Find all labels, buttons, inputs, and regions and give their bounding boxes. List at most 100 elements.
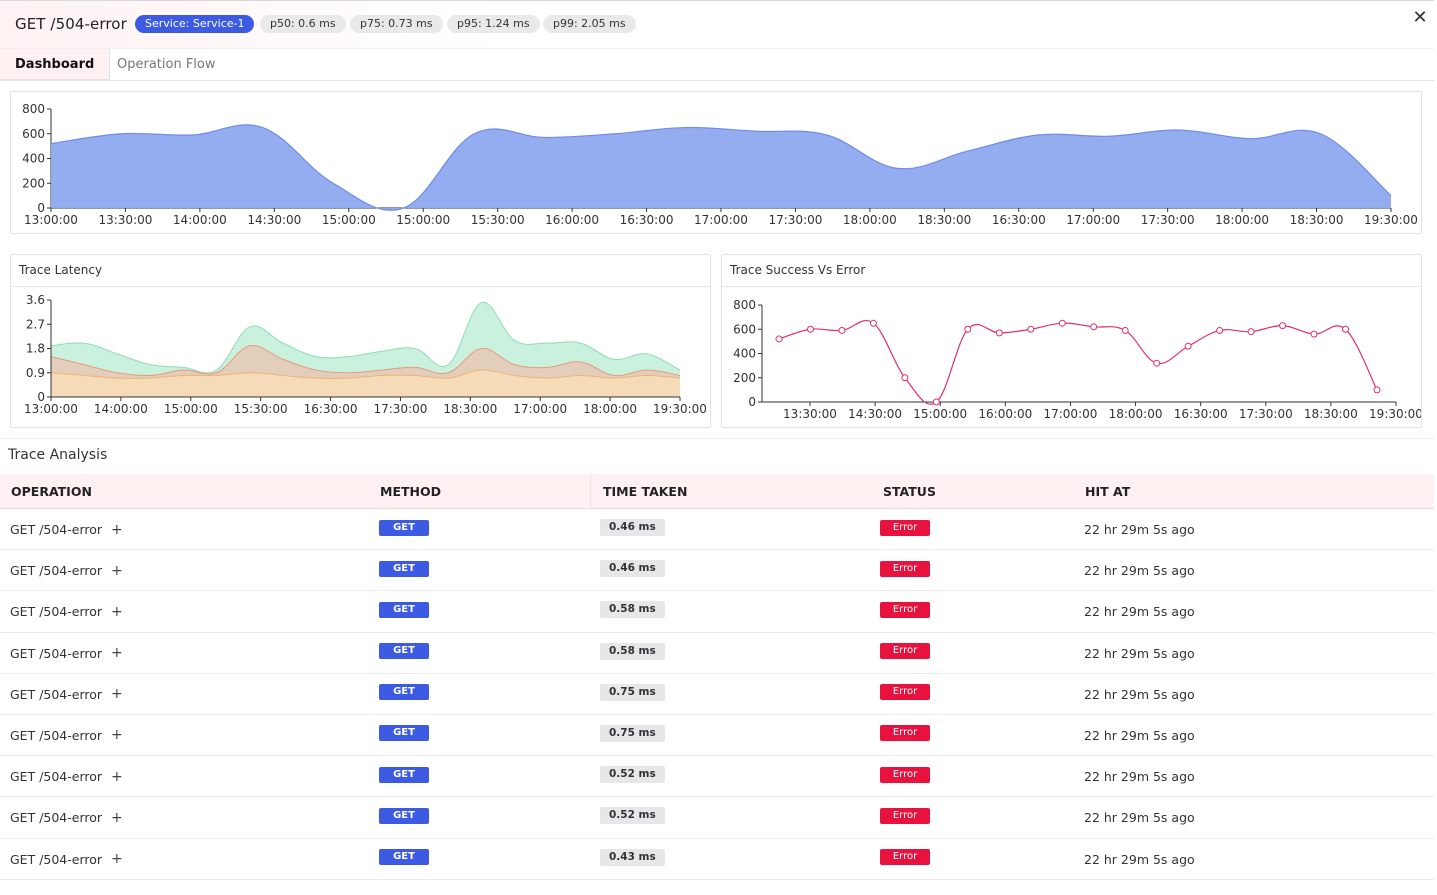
table-row[interactable]: GET /504-error + GET 0.52 ms Error 22 hr 29m … [0, 797, 1434, 839]
table-row[interactable]: GET /504-error + GET 0.58 ms Error 22 hr 29m … [0, 633, 1434, 674]
expand-plus-icon[interactable]: + [111, 522, 123, 538]
x-tick-label: 18:00:00 [843, 213, 897, 227]
x-tick-label: 19:30:00 [1369, 407, 1421, 421]
table-row[interactable]: GET /504-error + GET 0.46 ms Error 22 hr 29m … [0, 509, 1434, 551]
p99-pill: p99: 2.05 ms [543, 15, 636, 33]
col-method[interactable]: METHOD [370, 474, 441, 509]
time-badge: 0.75 ms [600, 724, 665, 742]
operation-cell: GET /504-error + [10, 839, 123, 880]
status-cell: Error [880, 797, 930, 838]
trace-analysis-title: Trace Analysis [8, 447, 108, 463]
data-point [1216, 326, 1224, 334]
trace-latency-chart: 00.91.82.73.613:00:00 14:00:00 15:00:00 15:… [24, 293, 707, 416]
expand-plus-icon[interactable]: + [111, 686, 123, 702]
hit-at-cell: 22 hr 29m 5s ago [1084, 686, 1195, 702]
status-badge: Error [880, 684, 930, 701]
hit-at-cell: 22 hr 29m 5s ago [1084, 727, 1195, 743]
data-point [1342, 325, 1350, 333]
data-point [1121, 326, 1129, 334]
time-badge: 0.58 ms [600, 601, 665, 619]
x-tick-label: 16:30:00 [1174, 407, 1228, 421]
tab-bar: Dashboard Operation Flow [0, 49, 1434, 81]
method-badge: GET [379, 807, 429, 824]
x-tick-label: 17:00:00 [513, 402, 567, 416]
hit-at-cell: 22 hr 29m 5s ago [1084, 522, 1195, 537]
method-cell: GET [379, 509, 429, 550]
table-row[interactable]: GET /504-error + GET 0.58 ms Error 22 hr 29m … [0, 591, 1434, 633]
col-status[interactable]: STATUS [873, 474, 936, 509]
expand-plus-icon[interactable]: + [111, 645, 123, 661]
x-tick-label: 15:00:00 [164, 402, 218, 416]
hit-at-cell: 22 hr 29m 5s ago [1084, 769, 1195, 785]
operation-detail-modal: GET /504-error Service: Service-1 p50: 0… [0, 0, 1434, 895]
status-cell: Error [880, 674, 930, 715]
table-row[interactable]: GET /504-error + GET 0.52 ms Error 22 hr 29m … [0, 756, 1434, 798]
y-tick-label: 600 [733, 322, 756, 336]
expand-plus-icon[interactable]: + [111, 563, 123, 579]
status-badge: Error [880, 519, 930, 536]
y-tick-label: 800 [733, 298, 756, 312]
operation-title: GET /504-error [15, 15, 127, 33]
x-tick-label: 16:30:00 [620, 213, 674, 227]
x-tick-label: 15:00:00 [396, 213, 450, 227]
y-tick-label: 0 [748, 395, 756, 409]
x-tick-label: 18:30:00 [1304, 407, 1358, 421]
col-time-taken[interactable]: TIME TAKEN [593, 474, 687, 509]
data-point [869, 319, 877, 327]
data-point [1027, 325, 1035, 333]
time-cell: 0.58 ms [600, 591, 665, 632]
table-body: GET /504-error + GET 0.46 ms Error 22 hr 29m … [0, 509, 1434, 880]
x-tick-label: 18:30:00 [443, 402, 497, 416]
method-badge: GET [379, 849, 429, 865]
x-tick-label: 18:30:00 [1290, 213, 1344, 227]
x-tick-label: 17:00:00 [694, 213, 748, 227]
col-hit-at[interactable]: HIT AT [1075, 474, 1130, 509]
time-cell: 0.52 ms [600, 797, 665, 838]
x-tick-label: 17:30:00 [1239, 407, 1293, 421]
expand-plus-icon[interactable]: + [111, 604, 123, 620]
status-badge: Error [880, 643, 930, 660]
expand-plus-icon[interactable]: + [111, 727, 123, 743]
status-badge: Error [880, 766, 930, 783]
operation-name: GET /504-error [10, 563, 103, 579]
column-divider [590, 474, 591, 509]
operation-cell: GET /504-error + [10, 715, 123, 756]
x-tick-label: 14:30:00 [848, 407, 902, 421]
y-tick-label: 200 [22, 176, 45, 190]
x-tick-label: 13:00:00 [24, 402, 78, 416]
status-cell: Error [880, 633, 930, 674]
y-tick-label: 600 [22, 127, 45, 141]
operation-cell: GET /504-error + [10, 633, 123, 674]
tab-dashboard[interactable]: Dashboard [0, 49, 111, 81]
table-row[interactable]: GET /504-error + GET 0.43 ms Error 22 hr 29m … [0, 839, 1434, 880]
trace-analysis-table: OPERATION METHOD TIME TAKEN STATUS HIT A… [0, 474, 1434, 880]
expand-plus-icon[interactable]: + [111, 810, 123, 826]
table-row[interactable]: GET /504-error + GET 0.75 ms Error 22 hr 29m … [0, 715, 1434, 757]
time-badge: 0.75 ms [600, 683, 665, 701]
method-badge: GET [379, 560, 429, 577]
x-tick-label: 18:30:00 [917, 213, 971, 227]
status-cell: Error [880, 756, 930, 797]
x-tick-label: 14:00:00 [94, 402, 148, 416]
close-icon[interactable]: ✕ [1410, 7, 1430, 29]
p75-pill: p75: 0.73 ms [350, 15, 443, 33]
expand-plus-icon[interactable]: + [111, 769, 123, 785]
success-error-panel: Trace Success Vs Error 0 200 400 600 800 13:3… [721, 254, 1422, 428]
x-tick-label: 19:30:00 [1364, 213, 1418, 227]
operation-name: GET /504-error [10, 810, 103, 826]
time-badge: 0.52 ms [600, 807, 665, 825]
time-badge: 0.52 ms [600, 766, 665, 784]
x-tick-label: 16:00:00 [978, 407, 1032, 421]
y-tick-label: 400 [733, 347, 756, 361]
throughput-area-chart: 020040060080013:00:00 13:30:00 14:00:00 14:… [22, 102, 1418, 227]
status-cell: Error [880, 550, 930, 591]
success-error-title: Trace Success Vs Error [730, 263, 866, 277]
tab-operation-flow[interactable]: Operation Flow [102, 49, 231, 81]
time-cell: 0.52 ms [600, 756, 665, 797]
table-row[interactable]: GET /504-error + GET 0.75 ms Error 22 hr 29m … [0, 674, 1434, 715]
col-operation[interactable]: OPERATION [1, 474, 92, 509]
method-badge: GET [379, 643, 429, 660]
expand-plus-icon[interactable]: + [111, 851, 123, 867]
table-row[interactable]: GET /504-error + GET 0.46 ms Error 22 hr 29m … [0, 550, 1434, 592]
x-tick-label: 14:30:00 [247, 213, 301, 227]
